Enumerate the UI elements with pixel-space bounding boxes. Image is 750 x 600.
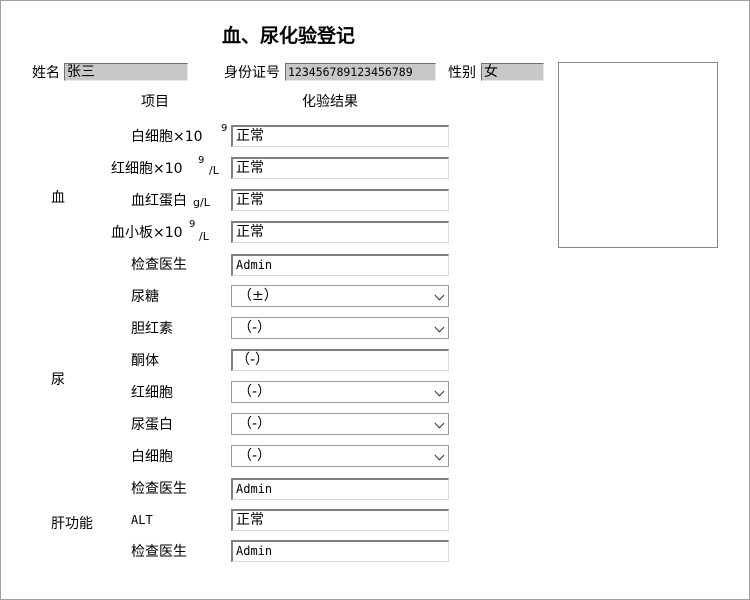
bilirubin-label: 胆红素 xyxy=(131,321,173,337)
glucose-selected-value: （±） xyxy=(238,288,278,304)
urine-wbc-label: 白细胞 xyxy=(131,449,173,465)
name-input[interactable]: 张三 xyxy=(64,63,188,81)
rbc-label: 红细胞×10 xyxy=(111,161,183,177)
protein-selected-value: （-） xyxy=(238,416,272,432)
bilirubin-select[interactable]: （-） xyxy=(231,317,449,339)
item-header: 项目 xyxy=(141,94,169,110)
wbc-exponent: 9 xyxy=(221,123,228,134)
urine-wbc-selected-value: （-） xyxy=(238,448,272,464)
liver-doctor-label: 检查医生 xyxy=(131,544,187,560)
plt-unit: /L xyxy=(199,230,209,243)
rbc-result-input[interactable]: 正常 xyxy=(231,157,449,179)
chevron-down-icon[interactable] xyxy=(434,386,445,397)
protein-select[interactable]: （-） xyxy=(231,413,449,435)
urine-rbc-select[interactable]: （-） xyxy=(231,381,449,403)
hgb-label: 血红蛋白 xyxy=(131,193,187,209)
glucose-select[interactable]: （±） xyxy=(231,285,449,307)
wbc-label: 白细胞×10 xyxy=(131,129,203,145)
sex-input[interactable]: 女 xyxy=(481,63,544,81)
section-liver: 肝功能 xyxy=(51,516,93,532)
chevron-down-icon[interactable] xyxy=(434,450,445,461)
name-label: 姓名 xyxy=(32,65,60,81)
liver-doctor-input[interactable]: Admin xyxy=(231,540,449,562)
plt-exponent: 9 xyxy=(189,219,196,230)
hgb-result-input[interactable]: 正常 xyxy=(231,189,449,211)
photo-box[interactable] xyxy=(558,62,718,248)
section-blood: 血 xyxy=(51,190,65,206)
hgb-unit: g/L xyxy=(193,196,210,209)
ketone-input[interactable]: （-） xyxy=(231,349,449,371)
alt-label: ALT xyxy=(131,513,153,527)
id-input[interactable]: 123456789123456789 xyxy=(285,63,436,81)
id-label: 身份证号 xyxy=(224,65,280,81)
rbc-exponent: 9 xyxy=(198,155,205,166)
alt-result-input[interactable]: 正常 xyxy=(231,509,449,531)
result-header: 化验结果 xyxy=(302,94,358,110)
glucose-label: 尿糖 xyxy=(131,289,159,305)
ketone-label: 酮体 xyxy=(131,353,159,369)
protein-label: 尿蛋白 xyxy=(131,417,173,433)
plt-label: 血小板×10 xyxy=(111,225,183,241)
blood-doctor-label: 检查医生 xyxy=(131,257,187,273)
wbc-result-input[interactable]: 正常 xyxy=(231,125,449,147)
urine-doctor-label: 检查医生 xyxy=(131,481,187,497)
sex-label: 性别 xyxy=(448,65,476,81)
bilirubin-selected-value: （-） xyxy=(238,320,272,336)
urine-doctor-input[interactable]: Admin xyxy=(231,478,449,500)
urine-rbc-selected-value: （-） xyxy=(238,384,272,400)
page-title: 血、尿化验登记 xyxy=(222,25,356,47)
urine-rbc-label: 红细胞 xyxy=(131,385,173,401)
rbc-unit: /L xyxy=(209,164,219,177)
chevron-down-icon[interactable] xyxy=(434,290,445,301)
plt-result-input[interactable]: 正常 xyxy=(231,221,449,243)
section-urine: 尿 xyxy=(51,372,65,388)
chevron-down-icon[interactable] xyxy=(434,322,445,333)
blood-doctor-input[interactable]: Admin xyxy=(231,254,449,276)
urine-wbc-select[interactable]: （-） xyxy=(231,445,449,467)
chevron-down-icon[interactable] xyxy=(434,418,445,429)
